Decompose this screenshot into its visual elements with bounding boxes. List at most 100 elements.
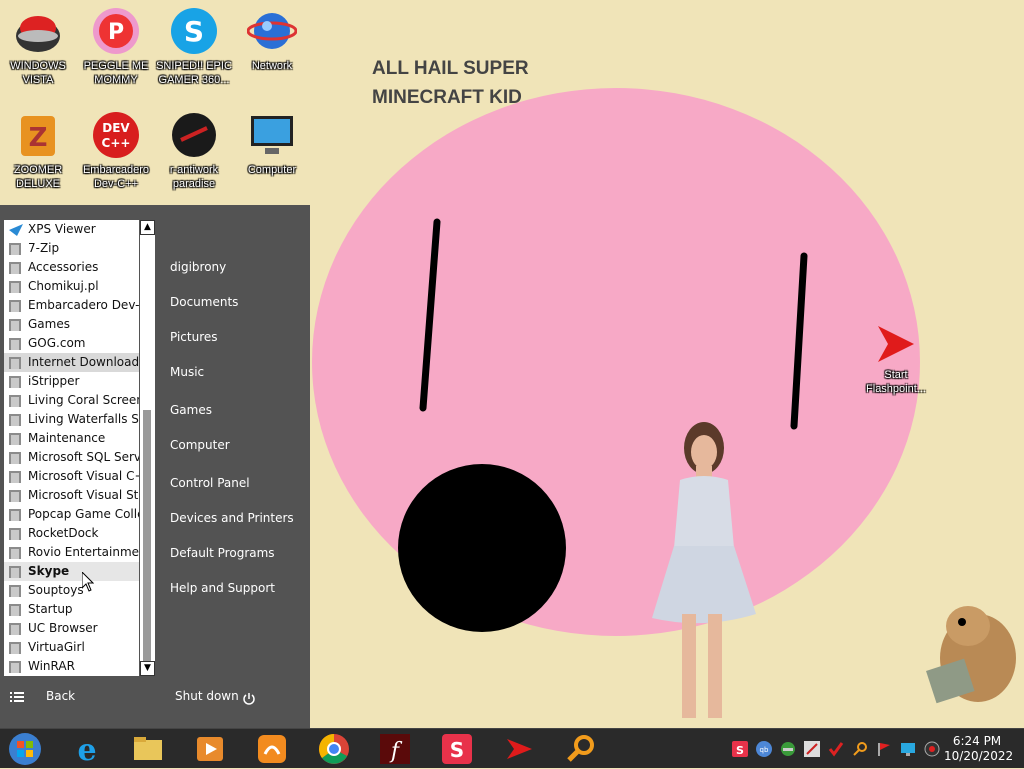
desktop-icon-windows-vista[interactable]: WINDOWS VISTA xyxy=(0,6,76,87)
skype-sniped-icon[interactable]: S xyxy=(440,732,474,766)
folder-icon xyxy=(9,432,21,445)
folder-icon xyxy=(9,375,21,388)
devcpp-icon: DEV C++ xyxy=(91,110,141,160)
program-folder[interactable]: Chomikuj.pl xyxy=(4,277,139,296)
wallpaper-title: ALL HAIL SUPER MINECRAFT KID xyxy=(372,58,529,108)
internet-explorer-icon[interactable]: e xyxy=(70,732,104,768)
wallpaper-black-dot xyxy=(398,464,566,632)
program-folder[interactable]: iStripper xyxy=(4,372,139,391)
monitor-icon[interactable] xyxy=(900,741,916,757)
program-folder[interactable]: Microsoft Visual C++ xyxy=(4,467,139,486)
desktop-icon-sniped[interactable]: S SNIPED!! EPIC GAMER 360... xyxy=(156,6,232,87)
program-folder[interactable]: Rovio Entertainment xyxy=(4,543,139,562)
desktop-icon-network[interactable]: Network xyxy=(234,6,310,73)
svg-text:qb: qb xyxy=(760,746,769,754)
search-tray-icon[interactable] xyxy=(852,741,868,757)
flash-icon[interactable]: f xyxy=(378,732,412,766)
program-folder[interactable]: Souptoys xyxy=(4,581,139,600)
desktop-icon-antiwork[interactable]: r-antiwork paradise xyxy=(156,110,232,191)
svg-text:P: P xyxy=(108,20,124,45)
media-player-icon[interactable] xyxy=(193,732,227,766)
program-folder[interactable]: UC Browser xyxy=(4,619,139,638)
program-item-xps-viewer[interactable]: XPS Viewer xyxy=(4,220,139,239)
folder-icon xyxy=(9,546,21,559)
desktop-icon-peggle[interactable]: P PEGGLE ME MOMMY xyxy=(78,6,154,87)
folder-icon xyxy=(9,318,21,331)
program-folder[interactable]: Popcap Game Collection xyxy=(4,505,139,524)
search-magnifier-icon[interactable] xyxy=(564,732,598,766)
program-folder[interactable]: VirtuaGirl xyxy=(4,638,139,657)
desktop-icon-label: Computer xyxy=(247,164,297,176)
mouse-cursor-icon xyxy=(82,572,94,592)
program-folder[interactable]: 7-Zip xyxy=(4,239,139,258)
skype-tray-icon[interactable]: S xyxy=(732,741,748,757)
record-icon[interactable] xyxy=(924,741,940,757)
taskbar: e f S S qb 6:24 PM 10/20/2022 xyxy=(0,728,1024,768)
program-list-scrollbar[interactable]: ▲ ▼ xyxy=(140,220,155,676)
pokeball-icon xyxy=(13,6,63,56)
program-folder[interactable]: RocketDock xyxy=(4,524,139,543)
program-folder-selected[interactable]: Skype xyxy=(4,562,139,581)
program-folder[interactable]: Games xyxy=(4,315,139,334)
flashpoint-icon[interactable] xyxy=(502,732,536,766)
desktop-icon-label: WINDOWS VISTA xyxy=(10,60,66,86)
desktop-icon-zoomer[interactable]: Z ZOOMER DELUXE xyxy=(0,110,76,191)
start-orb-icon[interactable] xyxy=(8,732,42,766)
program-folder[interactable]: Internet Download Manager xyxy=(4,353,139,372)
start-link-pictures[interactable]: Pictures xyxy=(170,330,218,344)
system-clock[interactable]: 6:24 PM 10/20/2022 xyxy=(944,734,1013,764)
folder-icon xyxy=(9,356,21,369)
desktop-icon-label: PEGGLE ME MOMMY xyxy=(83,60,149,86)
folder-icon xyxy=(9,242,21,255)
xps-viewer-icon xyxy=(9,223,23,236)
checkmark-icon[interactable] xyxy=(828,741,844,757)
start-link-computer[interactable]: Computer xyxy=(170,438,230,452)
uc-browser-icon[interactable] xyxy=(255,732,289,766)
power-icon[interactable] xyxy=(242,692,256,706)
start-link-user[interactable]: digibrony xyxy=(170,260,226,274)
start-link-help-support[interactable]: Help and Support xyxy=(170,581,275,595)
chrome-icon[interactable] xyxy=(317,732,351,766)
svg-text:e: e xyxy=(77,733,96,766)
desktop-icon-computer[interactable]: Computer xyxy=(234,110,310,177)
program-folder[interactable]: Living Coral Screensaver xyxy=(4,391,139,410)
scroll-thumb[interactable] xyxy=(143,410,151,664)
program-folder[interactable]: Maintenance xyxy=(4,429,139,448)
start-menu: XPS Viewer 7-Zip Accessories Chomikuj.pl… xyxy=(0,205,310,728)
scroll-up-button[interactable]: ▲ xyxy=(140,220,155,235)
zoomer-icon: Z xyxy=(13,110,63,160)
antiwork-tray-icon[interactable] xyxy=(804,741,820,757)
start-link-documents[interactable]: Documents xyxy=(170,295,238,309)
shutdown-button[interactable]: Shut down xyxy=(175,689,239,703)
svg-text:S: S xyxy=(736,744,744,757)
desktop-icon-label: ZOOMER DELUXE xyxy=(13,164,63,190)
desktop-icon-label: Network xyxy=(251,60,293,72)
start-link-devices-printers[interactable]: Devices and Printers xyxy=(170,511,294,525)
svg-text:DEV: DEV xyxy=(102,121,130,135)
computer-icon xyxy=(247,110,297,160)
scroll-down-button[interactable]: ▼ xyxy=(140,661,155,676)
desktop-icon-flashpoint[interactable]: Start Flashpoint... xyxy=(856,322,936,396)
svg-text:S: S xyxy=(184,15,204,48)
network-globe-icon xyxy=(246,6,298,56)
program-folder[interactable]: Startup xyxy=(4,600,139,619)
program-folder[interactable]: Microsoft SQL Server xyxy=(4,448,139,467)
svg-text:Z: Z xyxy=(29,123,48,153)
network-tray-icon[interactable] xyxy=(780,741,796,757)
file-explorer-icon[interactable] xyxy=(131,732,165,766)
folder-icon xyxy=(9,508,21,521)
start-link-music[interactable]: Music xyxy=(170,365,204,379)
program-folder[interactable]: Accessories xyxy=(4,258,139,277)
start-link-default-programs[interactable]: Default Programs xyxy=(170,546,275,560)
desktop-icon-devcpp[interactable]: DEV C++ Embarcadero Dev-C++ xyxy=(78,110,154,191)
program-folder[interactable]: WinRAR xyxy=(4,657,139,676)
folder-icon xyxy=(9,280,21,293)
program-folder[interactable]: GOG.com xyxy=(4,334,139,353)
flag-icon[interactable] xyxy=(876,741,892,757)
program-folder[interactable]: Living Waterfalls Screensaver xyxy=(4,410,139,429)
qb-icon[interactable]: qb xyxy=(756,741,772,757)
start-link-games[interactable]: Games xyxy=(170,403,212,417)
program-folder[interactable]: Embarcadero Dev-C++ xyxy=(4,296,139,315)
start-link-control-panel[interactable]: Control Panel xyxy=(170,476,250,490)
program-folder[interactable]: Microsoft Visual Studio xyxy=(4,486,139,505)
